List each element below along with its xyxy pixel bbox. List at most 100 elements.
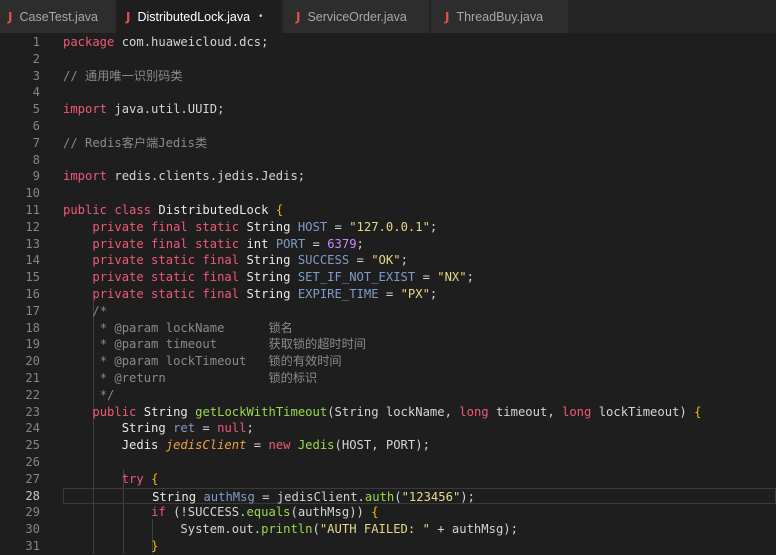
code-text: = [415, 270, 438, 285]
code-content[interactable] [63, 454, 776, 471]
code-line[interactable]: 12 private final static String HOST = "1… [0, 219, 776, 236]
code-line[interactable]: 29 if (!SUCCESS.equals(authMsg)) { [0, 504, 776, 521]
code-line[interactable]: 21 * @return 锁的标识 [0, 370, 776, 387]
code-content[interactable]: private final static int PORT = 6379; [63, 236, 776, 253]
code-line[interactable]: 7 // Redis客户端Jedis类 [0, 135, 776, 152]
code-line[interactable]: 16 private static final String EXPIRE_TI… [0, 286, 776, 303]
line-number: 25 [25, 438, 40, 453]
method-name: println [261, 522, 313, 537]
line-number: 22 [25, 387, 40, 402]
brace: { [275, 203, 284, 217]
field-name: HOST [297, 219, 328, 234]
keyword: package [63, 35, 115, 49]
code-line[interactable]: 27 try { [0, 471, 776, 488]
tab-serviceorder[interactable]: J ServiceOrder.java [283, 0, 430, 33]
code-text: = [378, 287, 401, 301]
code-content[interactable]: public String getLockWithTimeout(String … [63, 404, 776, 421]
code-content[interactable]: package com.huaweicloud.dcs; [63, 34, 776, 51]
code-text: ; [400, 253, 408, 268]
code-line[interactable]: 22 */ [0, 387, 776, 404]
code-line[interactable]: 5 import java.util.UUID; [0, 101, 776, 118]
code-content[interactable]: System.out.println("AUTH FAILED: " + aut… [63, 521, 776, 538]
tab-distributedlock[interactable]: J DistributedLock.java • [117, 0, 282, 33]
code-content[interactable] [63, 152, 776, 169]
code-content[interactable]: String ret = null; [63, 420, 776, 437]
code-content[interactable] [63, 185, 776, 202]
code-line[interactable]: 14 private static final String SUCCESS =… [0, 252, 776, 269]
code-content[interactable]: import redis.clients.jedis.Jedis; [63, 168, 776, 185]
tab-label: DistributedLock.java [137, 9, 251, 24]
code-content[interactable]: * @return 锁的标识 [63, 370, 776, 387]
code-content[interactable]: // Redis客户端Jedis类 [63, 135, 776, 152]
line-number: 8 [32, 152, 40, 167]
code-line[interactable]: 17 /* [0, 303, 776, 320]
code-line[interactable]: 26 [0, 454, 776, 471]
code-content[interactable]: private final static String HOST = "127.… [63, 219, 776, 236]
code-line[interactable]: 1 package com.huaweicloud.dcs; [0, 34, 776, 51]
code-content[interactable]: import java.util.UUID; [63, 101, 776, 118]
code-content[interactable]: // 通用唯一识别码类 [63, 68, 776, 85]
code-line[interactable]: 2 [0, 51, 776, 68]
code-content[interactable]: private static final String SUCCESS = "O… [63, 252, 776, 269]
code-line[interactable]: 4 [0, 84, 776, 101]
code-content[interactable]: if (!SUCCESS.equals(authMsg)) { [63, 504, 776, 521]
keyword: private static final [92, 253, 240, 268]
code-line[interactable]: 18 * @param lockName 锁名 [0, 320, 776, 337]
code-content[interactable]: private static final String SET_IF_NOT_E… [63, 269, 776, 286]
type-name: Jedis [121, 438, 159, 453]
line-number: 16 [25, 287, 40, 301]
keyword: public [92, 404, 137, 419]
field-name: PORT [275, 236, 306, 251]
tab-casetest[interactable]: J CaseTest.java [0, 0, 116, 33]
comment: // 通用唯一识别码类 [63, 68, 183, 83]
code-content[interactable] [63, 84, 776, 101]
code-content[interactable]: Jedis jedisClient = new Jedis(HOST, PORT… [63, 437, 776, 454]
code-line[interactable]: 30 System.out.println("AUTH FAILED: " + … [0, 521, 776, 538]
unsaved-indicator-icon[interactable]: • [259, 11, 263, 22]
code-line[interactable]: 23 public String getLockWithTimeout(Stri… [0, 404, 776, 421]
code-line[interactable]: 11 public class DistributedLock { [0, 202, 776, 219]
line-number: 21 [25, 371, 40, 385]
tab-threadbuy[interactable]: J ThreadBuy.java [431, 0, 569, 33]
code-content[interactable] [63, 51, 776, 68]
code-editor[interactable]: 1 package com.huaweicloud.dcs; 2 3// 通用唯一识别… [0, 33, 776, 554]
code-content[interactable] [63, 118, 776, 135]
code-line[interactable]: 28 String authMsg = jedisClient.auth("12… [0, 487, 776, 505]
line-number: 9 [32, 169, 40, 184]
code-line[interactable]: 15 private static final String SET_IF_NO… [0, 269, 776, 286]
code-text: ; [466, 270, 474, 285]
code-line[interactable]: 24 String ret = null; [0, 420, 776, 437]
code-line[interactable]: 13 private final static int PORT = 6379; [0, 236, 776, 253]
code-line[interactable]: 25 Jedis jedisClient = new Jedis(HOST, P… [0, 437, 776, 454]
code-content[interactable]: * @param lockName 锁名 [63, 320, 776, 337]
code-content[interactable]: * @param timeout 获取锁的超时时间 [63, 336, 776, 353]
code-content[interactable]: String authMsg = jedisClient.auth("12345… [63, 487, 776, 505]
code-line[interactable]: 19 * @param timeout 获取锁的超时时间 [0, 336, 776, 353]
code-content[interactable]: try { [63, 471, 776, 488]
comment: // Redis客户端Jedis类 [63, 135, 208, 150]
code-content[interactable]: */ [63, 387, 776, 404]
code-line[interactable]: 8 [0, 152, 776, 169]
code-line[interactable]: 31 } [0, 538, 776, 555]
code-line[interactable]: 20 * @param lockTimeout 锁的有效时间 [0, 353, 776, 370]
keyword: public class [63, 203, 152, 217]
code-line[interactable]: 3 // 通用唯一识别码类 [0, 68, 776, 85]
code-content[interactable]: } [63, 538, 776, 555]
code-line[interactable]: 9 import redis.clients.jedis.Jedis; [0, 168, 776, 185]
comment: * @param timeout 获取锁的超时时间 [92, 337, 366, 352]
code-content[interactable]: private static final String EXPIRE_TIME … [63, 286, 776, 303]
code-line[interactable]: 10 [0, 185, 776, 202]
code-content[interactable]: * @param lockTimeout 锁的有效时间 [63, 353, 776, 370]
code-content[interactable]: public class DistributedLock { [63, 202, 776, 219]
code-line[interactable]: 6 [0, 118, 776, 135]
line-number: 29 [25, 505, 40, 520]
code-content[interactable]: /* [63, 303, 776, 320]
